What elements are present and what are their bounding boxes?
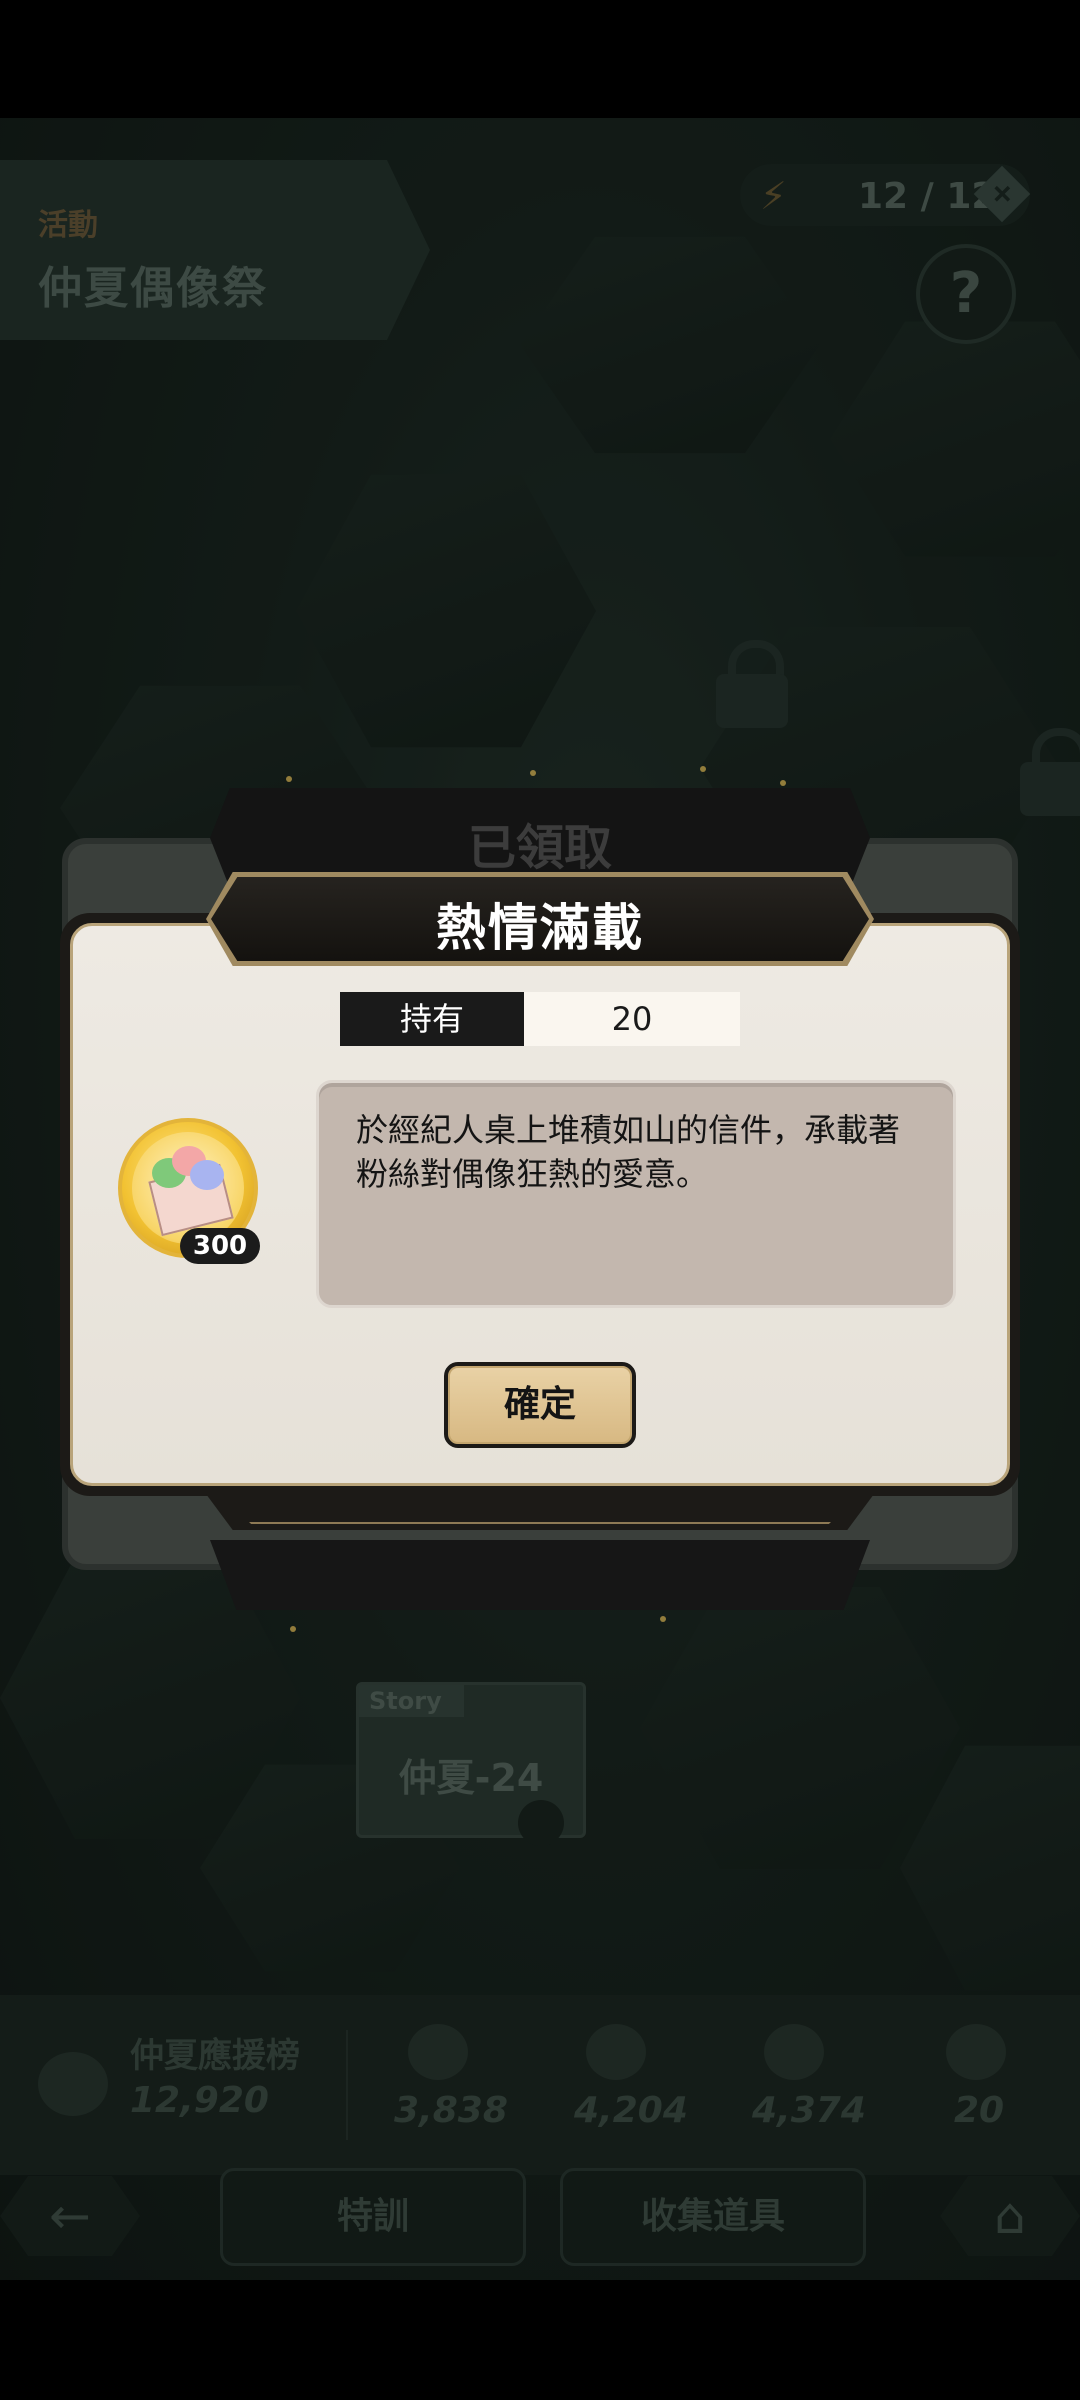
ranking-label: 仲夏應援榜 — [130, 2036, 300, 2076]
stage-small-label: 活動 — [38, 208, 98, 243]
story-label: 仲夏-24 — [398, 1756, 544, 1800]
item-description: 於經紀人桌上堆積如山的信件，承載著粉絲對偶像狂熱的愛意。 — [356, 1111, 901, 1193]
item-dialog-bottom-line — [226, 1500, 854, 1524]
back-button[interactable]: ← — [0, 2176, 140, 2256]
help-button[interactable]: ? — [916, 244, 1016, 344]
energy-counter: ⚡ 12 / 120 + — [740, 164, 1031, 226]
collect-items-button[interactable]: 收集道具 — [560, 2168, 866, 2266]
item-dialog-title: 熱情滿載 — [436, 899, 644, 957]
stat-value-1: 3,838 — [394, 2090, 508, 2131]
pen-icon — [408, 2024, 468, 2080]
confirm-button[interactable]: 確定 — [444, 1362, 636, 1448]
heart-icon — [38, 2052, 108, 2116]
lock-icon — [1020, 728, 1080, 816]
ranking-value: 12,920 — [130, 2080, 269, 2121]
item-quantity-badge: 300 — [180, 1228, 260, 1264]
letters-icon — [586, 2024, 646, 2080]
owned-value: 20 — [524, 992, 740, 1046]
special-training-button[interactable]: 特訓 — [220, 2168, 526, 2266]
stat-value-3: 4,374 — [752, 2090, 866, 2131]
story-tag: Story — [359, 1685, 464, 1717]
divider — [346, 2030, 348, 2140]
play-icon — [518, 1800, 564, 1846]
received-dialog-title: 已領取 — [467, 820, 612, 876]
stage-name: 仲夏偶像祭 — [38, 263, 268, 314]
stat-value-4: 20 — [954, 2090, 1005, 2131]
lock-icon — [716, 640, 788, 728]
screen: 活動 仲夏偶像祭 ⚡ 12 / 120 + ? Story 仲夏-24 仲夏應援… — [0, 0, 1080, 2400]
trophy-icon — [764, 2024, 824, 2080]
lightning-icon: ⚡ — [760, 174, 787, 218]
star-icon — [946, 2024, 1006, 2080]
stat-value-2: 4,204 — [574, 2090, 688, 2131]
home-button[interactable]: ⌂ — [940, 2176, 1080, 2256]
received-dialog-bottom — [210, 1540, 870, 1610]
owned-label: 持有 — [340, 992, 524, 1046]
